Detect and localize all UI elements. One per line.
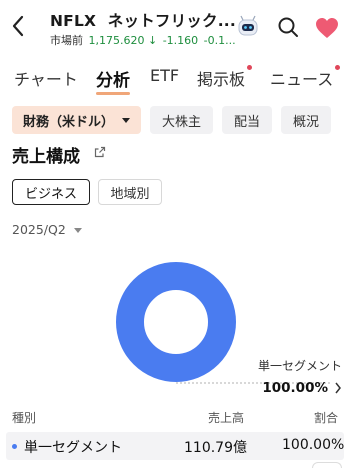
row-ratio: 100.00% bbox=[282, 437, 345, 453]
segment-label: ビジネス bbox=[24, 186, 77, 202]
slice-label: 単一セグメント bbox=[257, 359, 342, 373]
price: 1,175.620 bbox=[88, 34, 145, 47]
price-change: -1.160 bbox=[162, 34, 199, 47]
chip-label: 財務（米ドル） bbox=[22, 114, 114, 130]
revenue-donut-chart bbox=[116, 262, 332, 384]
robot-assistant-icon[interactable] bbox=[235, 14, 261, 40]
table-header: 種別 売上高 割合 bbox=[0, 409, 350, 425]
tab-board[interactable]: 掲示板 bbox=[197, 65, 253, 90]
chip-label: 大株主 bbox=[161, 114, 201, 130]
row-name: 単一セグメント bbox=[24, 440, 122, 456]
tab-analysis[interactable]: 分析 bbox=[96, 66, 130, 95]
share-icon[interactable] bbox=[94, 146, 106, 158]
chip-dividend[interactable]: 配当 bbox=[222, 106, 272, 134]
tab-bar: チャート 分析 ETF 掲示板 ニュース bbox=[0, 60, 350, 96]
chip-label: 概況 bbox=[292, 114, 319, 130]
tab-label: 掲示板 bbox=[197, 70, 246, 89]
tab-etf[interactable]: ETF bbox=[150, 66, 179, 85]
chip-major-holders[interactable]: 大株主 bbox=[150, 106, 213, 134]
app-header: NFLX ネットフリック... 市場前 1,175.620 ↓ -1.160 -… bbox=[0, 0, 350, 54]
period-selector[interactable]: 2025/Q2 bbox=[12, 222, 82, 237]
segment-business[interactable]: ビジネス bbox=[12, 179, 90, 205]
stock-title: NFLX ネットフリック... bbox=[50, 9, 236, 31]
tab-label: チャート bbox=[14, 70, 78, 89]
down-arrow-icon: ↓ bbox=[147, 34, 158, 47]
row-revenue: 110.79億 bbox=[184, 440, 247, 456]
chip-label: 配当 bbox=[233, 114, 260, 130]
notification-dot bbox=[335, 65, 341, 70]
tab-label: ニュース bbox=[270, 70, 334, 89]
financials-dropdown[interactable]: 財務（米ドル） bbox=[12, 106, 141, 134]
session-label: 市場前 bbox=[50, 34, 83, 47]
col-header-ratio: 割合 bbox=[314, 411, 339, 425]
tab-news[interactable]: ニュース bbox=[270, 65, 341, 90]
quote-line: 市場前 1,175.620 ↓ -1.160 -0.1... bbox=[50, 32, 236, 48]
analysis-filter-chips: 財務（米ドル） 大株主 配当 概況 bbox=[0, 106, 350, 136]
notification-dot bbox=[247, 65, 253, 70]
favorite-heart-icon[interactable] bbox=[315, 17, 339, 39]
price-change-pct: -0.1... bbox=[203, 34, 236, 47]
section-title: 売上構成 bbox=[12, 147, 80, 167]
segment-region[interactable]: 地域別 bbox=[98, 179, 162, 205]
chevron-right-icon[interactable] bbox=[334, 382, 342, 394]
table-row[interactable]: 単一セグメント 110.79億 100.00% bbox=[6, 432, 344, 460]
slice-percentage: 100.00% bbox=[262, 380, 328, 396]
col-header-type: 種別 bbox=[12, 411, 37, 425]
period-label: 2025/Q2 bbox=[12, 222, 66, 237]
search-icon[interactable] bbox=[277, 16, 299, 38]
back-arrow-icon[interactable] bbox=[8, 13, 30, 39]
tab-label: ETF bbox=[150, 66, 180, 85]
tab-chart[interactable]: チャート bbox=[14, 66, 78, 90]
donut-slice-0[interactable] bbox=[116, 262, 236, 382]
scroll-top-button[interactable] bbox=[312, 462, 342, 468]
segment-label: 地域別 bbox=[110, 186, 150, 202]
series-color-dot bbox=[12, 444, 17, 449]
ticker: NFLX bbox=[50, 12, 97, 30]
caret-down-icon bbox=[73, 228, 82, 233]
active-tab-indicator bbox=[96, 92, 130, 95]
caret-down-icon bbox=[122, 117, 130, 123]
company-name: ネットフリック... bbox=[107, 12, 236, 30]
tab-label: 分析 bbox=[96, 71, 130, 91]
col-header-revenue: 売上高 bbox=[208, 411, 245, 425]
chip-overview[interactable]: 概況 bbox=[281, 106, 331, 134]
